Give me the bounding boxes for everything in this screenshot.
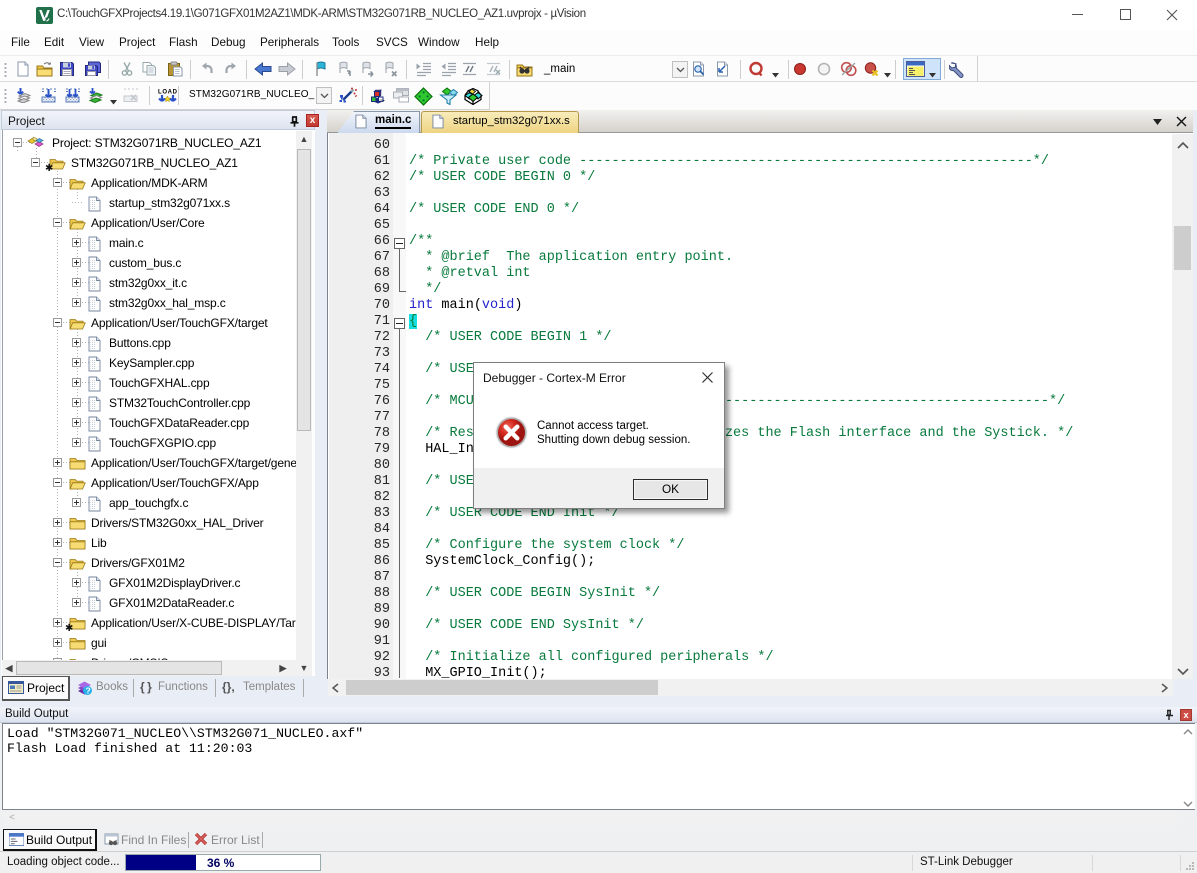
svg-text:?: ? (86, 686, 91, 696)
svg-text:LOAD: LOAD (158, 90, 178, 96)
